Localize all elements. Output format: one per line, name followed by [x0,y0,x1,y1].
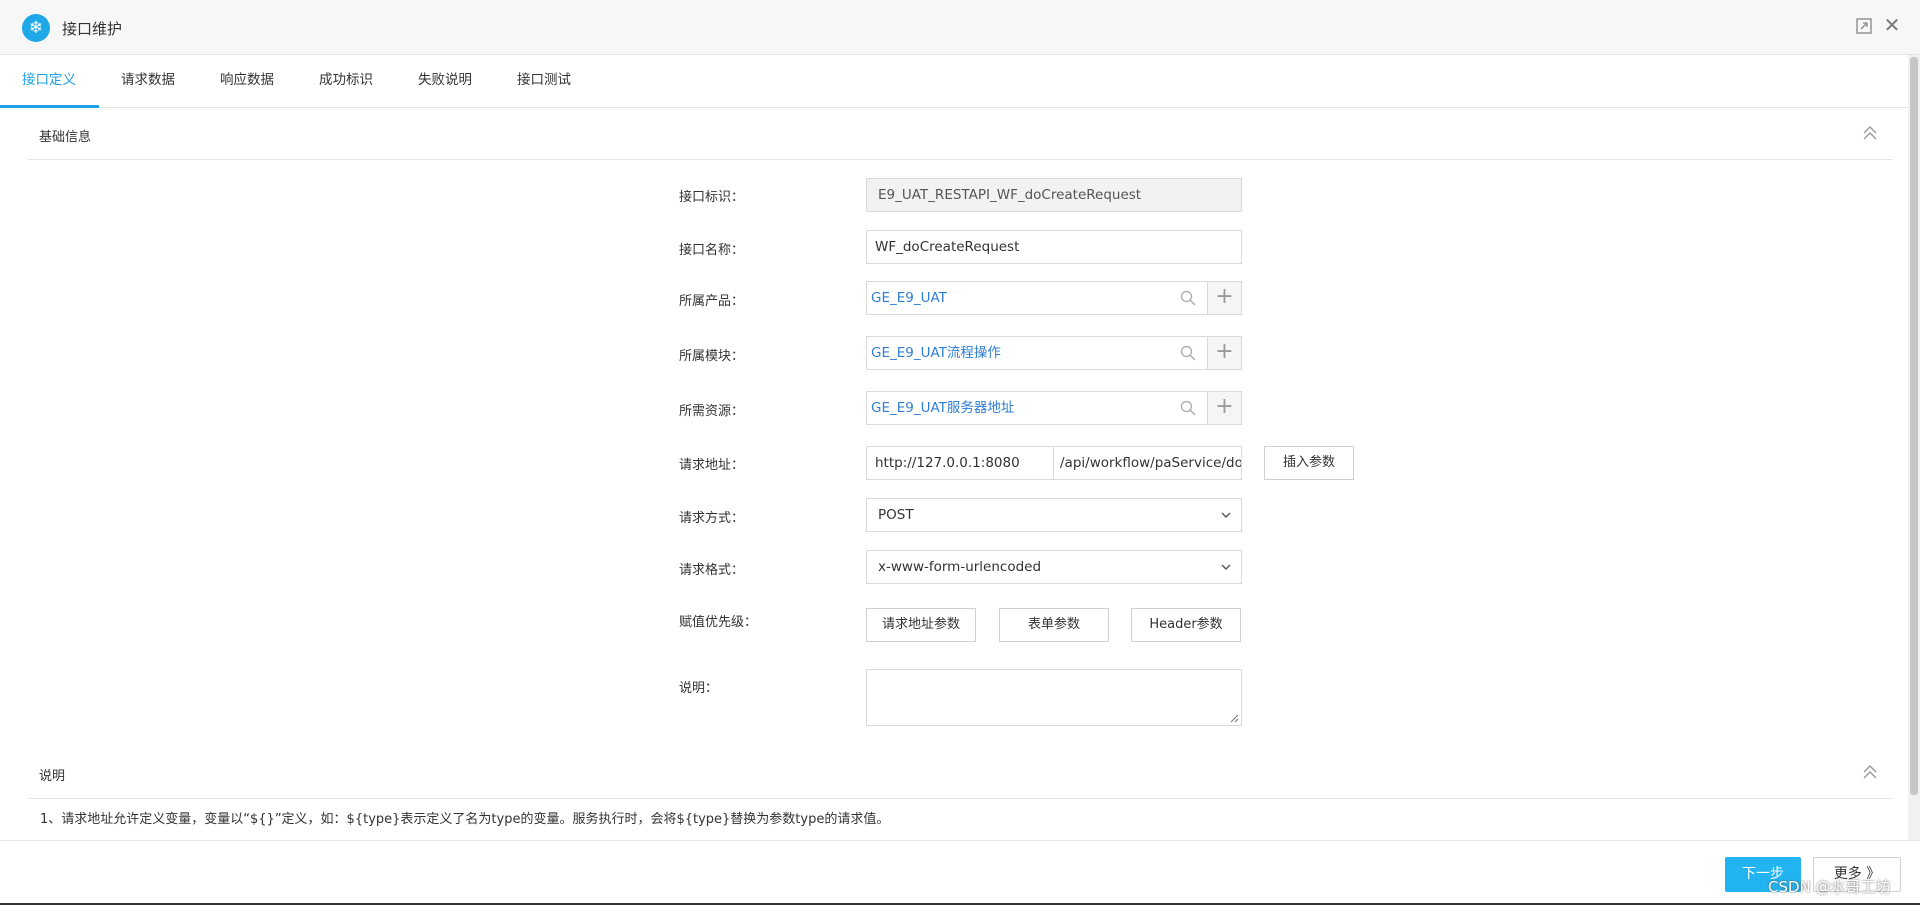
product-browser[interactable]: GE_E9_UAT + [866,281,1242,315]
request-format-label: 请求格式： [679,563,745,578]
add-icon[interactable]: + [1207,392,1241,424]
tab-bar: 接口定义 请求数据 响应数据 成功标识 失败说明 接口测试 [0,55,1908,108]
interface-id-label: 接口标识： [679,190,745,205]
snowflake-icon: ❄ [22,14,50,42]
insert-param-button[interactable]: 插入参数 [1264,446,1354,480]
product-label: 所属产品： [679,294,745,309]
resource-label: 所需资源： [679,404,745,419]
restore-icon[interactable] [1855,17,1873,35]
scrollbar-thumb[interactable] [1910,57,1918,795]
request-format-value: x-www-form-urlencoded [878,559,1042,575]
tab-success-flag[interactable]: 成功标识 [319,55,373,108]
module-label: 所属模块： [679,349,745,364]
request-method-label: 请求方式： [679,511,745,526]
module-value[interactable]: GE_E9_UAT流程操作 [871,337,1001,369]
search-icon[interactable] [1180,290,1196,306]
collapse-up-icon[interactable] [1861,124,1879,142]
notes-header[interactable]: 说明 [28,749,1893,799]
description-label: 说明： [679,681,719,696]
product-value[interactable]: GE_E9_UAT [871,282,947,314]
watermark: CSDN @水哥工坊 [1768,878,1891,896]
footer-bar [0,840,1920,905]
resize-grip-icon[interactable] [1230,714,1239,723]
resource-browser[interactable]: GE_E9_UAT服务器地址 + [866,391,1242,425]
tab-interface-definition[interactable]: 接口定义 [22,55,76,108]
request-method-value: POST [878,507,914,523]
tab-interface-test[interactable]: 接口测试 [517,55,571,108]
note-item: 1、请求地址允许定义变量，变量以“${}”定义，如：${type}表示定义了名为… [40,812,890,827]
module-browser[interactable]: GE_E9_UAT流程操作 + [866,336,1242,370]
chevron-down-icon [1221,564,1231,570]
section-title: 基础信息 [39,130,92,145]
interface-id-field: E9_UAT_RESTAPI_WF_doCreateRequest [866,178,1242,212]
priority-url-param-button[interactable]: 请求地址参数 [866,608,976,642]
section-title: 说明 [39,769,66,784]
description-textarea[interactable] [866,669,1242,726]
request-path-input[interactable]: /api/workflow/paService/doCreateRequest [1053,446,1242,480]
resource-value[interactable]: GE_E9_UAT服务器地址 [871,392,1014,424]
interface-name-input[interactable]: WF_doCreateRequest [866,230,1242,264]
collapse-up-icon[interactable] [1861,763,1879,781]
window-title: 接口维护 [62,20,123,38]
request-method-select[interactable]: POST [866,498,1242,532]
search-icon[interactable] [1180,400,1196,416]
active-tab-indicator [0,105,99,108]
interface-name-label: 接口名称： [679,243,745,258]
request-format-select[interactable]: x-www-form-urlencoded [866,550,1242,584]
search-icon[interactable] [1180,345,1196,361]
priority-label: 赋值优先级： [679,615,758,630]
request-host-input[interactable]: http://127.0.0.1:8080 [866,446,1054,480]
tab-failure-description[interactable]: 失败说明 [418,55,472,108]
vertical-scrollbar[interactable] [1908,55,1920,840]
priority-form-param-button[interactable]: 表单参数 [999,608,1109,642]
add-icon[interactable]: + [1207,337,1241,369]
basic-info-header[interactable]: 基础信息 [28,110,1893,160]
tab-request-data[interactable]: 请求数据 [121,55,175,108]
add-icon[interactable]: + [1207,282,1241,314]
tab-response-data[interactable]: 响应数据 [220,55,274,108]
request-url-label: 请求地址： [679,458,745,473]
priority-header-param-button[interactable]: Header参数 [1131,608,1241,642]
chevron-down-icon [1221,512,1231,518]
title-bar: ❄ 接口维护 ✕ [0,0,1920,55]
close-icon[interactable]: ✕ [1882,15,1902,35]
